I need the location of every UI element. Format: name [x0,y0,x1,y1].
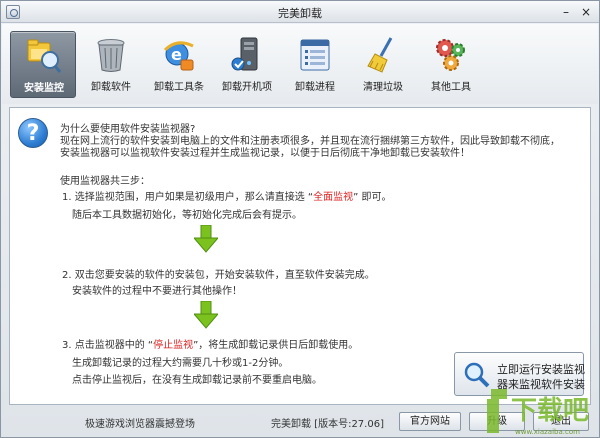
step-text: 1. 选择监视范围，用户如果是初级用户，那么请直接选 “ [62,192,314,203]
official-site-button[interactable]: 官方网站 [399,412,461,431]
intro-line: 安装监视器可以监视软件安装过程并生成监视记录，以便于日后彻底干净地卸载已安装软件… [60,148,470,159]
step-text: ” 即可。 [353,192,392,203]
tool-uninstall-process[interactable]: 卸载进程 [282,31,348,98]
tool-uninstall-toolbar[interactable]: e 卸载工具条 [146,31,212,98]
title-bar: 完美卸载 – × [1,1,599,23]
promo-link[interactable]: 极速游戏浏览器震撼登场 [85,415,195,430]
tool-uninstall-software[interactable]: 卸载软件 [78,31,144,98]
start-button-label: 立即运行安装监视 [497,363,585,376]
down-arrow-icon [194,225,218,253]
full-monitor-highlight: 全面监视 [313,192,354,203]
step-2: 2. 双击您要安装的软件的安装包，开始安装软件，直至软件安装完成。 [62,270,375,281]
app-window: 完美卸载 – × 安装监控 卸载软件 e 卸载工具条 卸载开机项 卸载进程 清理… [0,0,600,438]
step-text: ”，将生成卸载记录供日后卸载使用。 [193,340,359,351]
window-title: 完美卸载 [278,7,322,20]
step-text: 3. 点击监视器中的 “ [62,340,154,351]
tool-label: 安装监控 [24,83,64,94]
tool-label: 清理垃圾 [363,82,403,93]
watermark-text: 下载吧 [511,396,589,426]
step-3: 3. 点击监视器中的 “停止监视”，将生成卸载记录供日后卸载使用。 [62,336,358,351]
question-icon: ? [18,118,48,148]
step-3-detail: 点击停止监视后，在没有生成卸载记录前不要重启电脑。 [72,375,322,386]
steps-heading: 使用监视器共三步： [60,176,150,187]
close-icon[interactable]: × [579,5,593,19]
down-arrow-icon [194,301,218,329]
minimize-icon[interactable]: – [559,5,573,19]
install-monitor-panel: ? 为什么要使用软件安装监视器? 现在网上流行的软件安装到电脑上的文件和注册表项… [9,107,591,405]
ie-toolbar-icon: e [163,41,194,71]
step-3-detail: 生成卸载记录的过程大约需要几十秒或1-2分钟。 [72,358,289,369]
tool-other-tools[interactable]: 其他工具 [418,31,484,98]
step-1: 1. 选择监视范围，用户如果是初级用户，那么请直接选 “全面监视” 即可。 [62,188,391,203]
broom-icon [367,37,393,73]
tool-install-monitor[interactable]: 安装监控 [10,31,76,98]
main-toolbar: 安装监控 卸载软件 e 卸载工具条 卸载开机项 卸载进程 清理垃圾 其他工具 [2,24,598,104]
tool-label: 其他工具 [431,82,471,93]
tool-label: 卸载软件 [91,82,131,93]
tool-uninstall-startup[interactable]: 卸载开机项 [214,31,280,98]
monitor-folder-icon [27,39,62,73]
trash-can-icon [97,39,125,72]
gears-icon [436,39,465,71]
tool-label: 卸载工具条 [154,82,204,93]
tool-label: 卸载进程 [295,82,335,93]
pc-tower-icon [231,37,258,71]
process-window-icon [300,39,330,71]
version-label: 完美卸载 [版本号:27.06] [271,419,384,430]
step-2-detail: 安装软件的过程中不要进行其他操作！ [72,286,242,297]
watermark-url: www.xiazaiba.com [515,428,580,436]
tool-clean-junk[interactable]: 清理垃圾 [350,31,416,98]
stop-monitor-highlight: 停止监视 [153,340,194,351]
svg-text:e: e [171,45,182,64]
step-1-detail: 随后本工具数据初始化，等初始化完成后会有提示。 [72,210,302,221]
watermark-logo: 下载吧 www.xiazaiba.com [487,389,589,436]
tool-label: 卸载开机项 [222,82,272,93]
